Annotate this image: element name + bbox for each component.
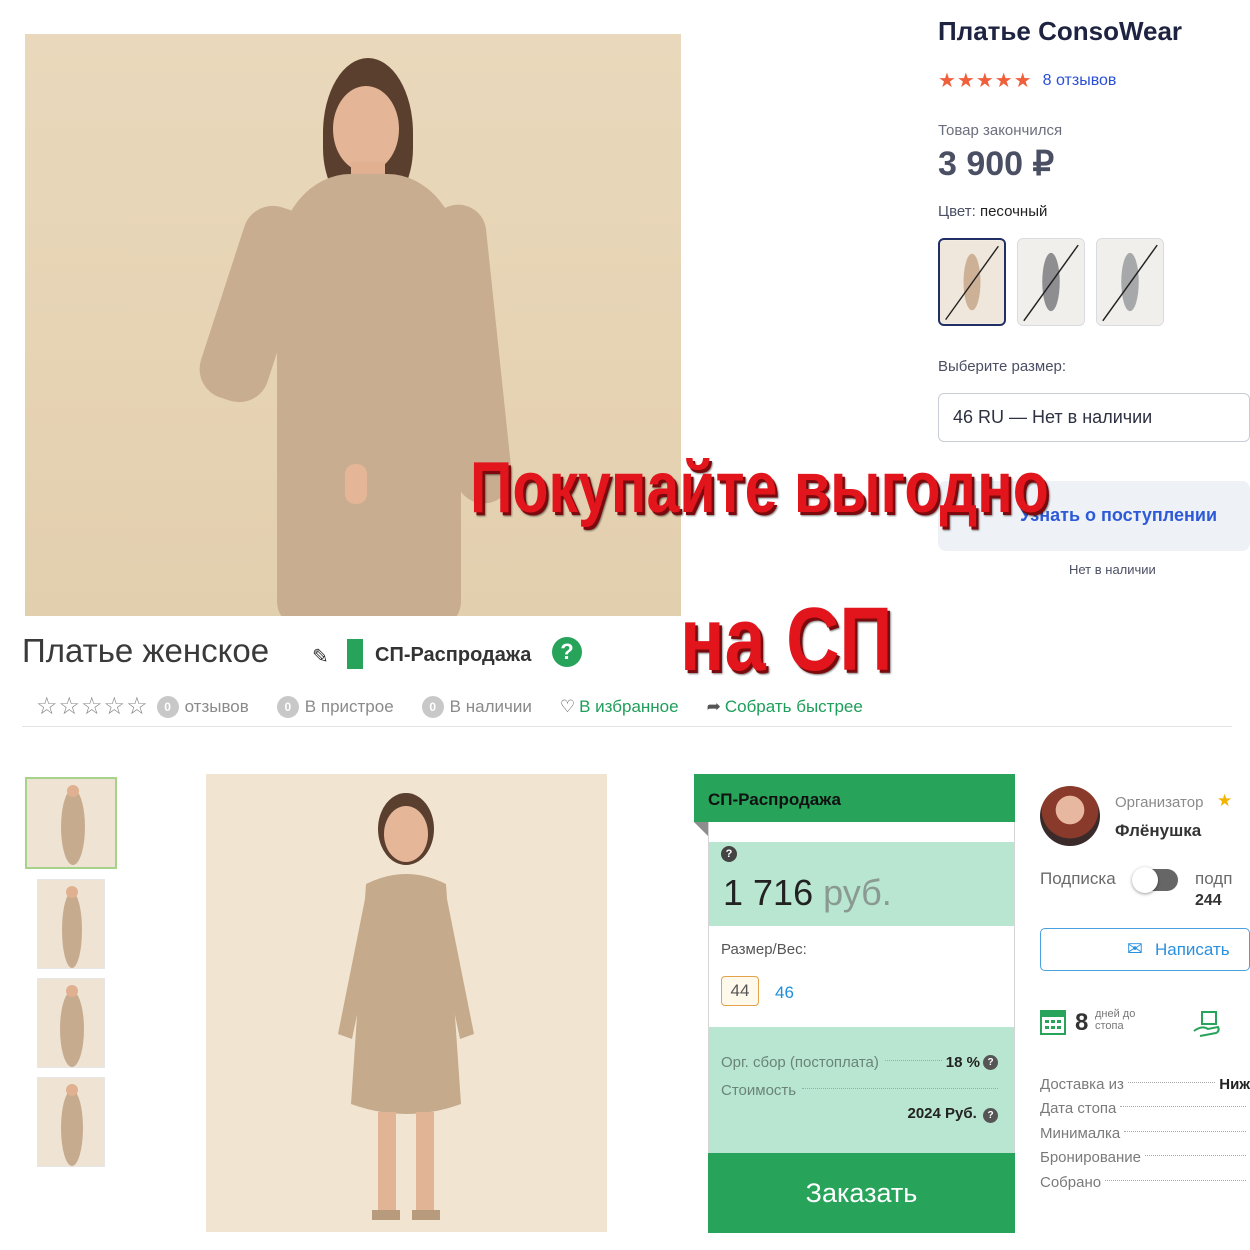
- size-label: Выберите размер:: [938, 358, 1067, 375]
- cost-help-icon[interactable]: ?: [983, 1108, 998, 1123]
- order-price-value: 1 716: [723, 872, 814, 913]
- color-value: песочный: [979, 203, 1048, 220]
- detail-row: Дата стопа: [1040, 1097, 1250, 1122]
- org-fee-label: Орг. сбор (постоплата): [721, 1054, 879, 1071]
- faster-link[interactable]: Собрать быстрее: [725, 697, 863, 717]
- size-weight-label: Размер/Вес:: [721, 941, 807, 958]
- size-select[interactable]: 46 RU — Нет в наличии: [938, 393, 1250, 442]
- write-button[interactable]: ✉ Написать: [1040, 928, 1250, 971]
- order-price-currency: руб.: [823, 872, 892, 913]
- thumbnail-1[interactable]: [25, 777, 117, 869]
- share-arrow-icon: ➦: [706, 696, 721, 716]
- help-icon[interactable]: ?: [552, 637, 582, 667]
- envelope-icon: ✉: [1127, 939, 1143, 960]
- promo-line-2: на СП: [680, 590, 893, 690]
- price-help-icon[interactable]: ?: [721, 846, 737, 862]
- color-label: Цвет:: [938, 203, 976, 220]
- price-box: ? 1 716 руб.: [709, 842, 1014, 926]
- cost-value: 2024 Руб.: [907, 1105, 977, 1122]
- calendar-icon: [1040, 1007, 1066, 1035]
- reviews-label[interactable]: отзывов: [185, 697, 249, 717]
- detail-row: Доставка из Ниж: [1040, 1075, 1250, 1093]
- color-swatch-sand[interactable]: [938, 238, 1006, 326]
- favorite-link[interactable]: В избранное: [579, 697, 679, 717]
- hand-box-icon: [1192, 1009, 1222, 1039]
- star-icon: ★: [1217, 791, 1233, 810]
- top-price: 3 900 ₽: [938, 145, 1055, 183]
- color-row: Цвет: песочный: [938, 203, 1047, 220]
- page-title: Платье женское: [22, 632, 270, 669]
- available-label[interactable]: В наличии: [450, 697, 532, 717]
- stock-status: Товар закончился: [938, 122, 1063, 139]
- size-option-44[interactable]: 44: [721, 976, 759, 1006]
- subscribers-label: подп: [1195, 869, 1233, 888]
- organizer-name[interactable]: Флёнушка: [1115, 821, 1201, 841]
- thumbnail-3[interactable]: [37, 978, 105, 1068]
- badge-color-bar: [347, 639, 363, 669]
- subscription-label: Подписка: [1040, 869, 1116, 888]
- meta-row: ☆☆☆☆☆ 0 отзывов 0 В пристрое 0 В наличии…: [36, 692, 863, 721]
- fee-help-icon[interactable]: ?: [983, 1055, 998, 1070]
- organizer-avatar[interactable]: [1040, 786, 1100, 846]
- detail-row: Бронирование: [1040, 1146, 1250, 1171]
- edit-icon[interactable]: ✎: [312, 644, 329, 669]
- days-count: 8: [1075, 1009, 1089, 1036]
- organizer-details: Доставка из Ниж Дата стопа Минималка Брон…: [1040, 1072, 1250, 1195]
- reviews-count: 0: [156, 695, 179, 718]
- ribbon-fold: [694, 822, 708, 836]
- order-button[interactable]: Заказать: [708, 1153, 1015, 1233]
- divider: [22, 726, 1232, 727]
- detail-row: Собрано: [1040, 1170, 1250, 1195]
- promo-line-1: Покупайте выгодно: [470, 448, 1049, 528]
- subscribers-count: 244: [1195, 892, 1222, 909]
- build-count: 0: [276, 695, 299, 718]
- order-card-header: СП-Распродажа: [694, 774, 1015, 822]
- main-product-photo[interactable]: [206, 774, 607, 1232]
- order-price: 1 716 руб.: [723, 872, 892, 914]
- color-swatch-gray[interactable]: [1017, 238, 1085, 326]
- thumbnail-4[interactable]: [37, 1077, 105, 1167]
- build-label[interactable]: В пристрое: [305, 697, 394, 717]
- organizer-label: Организатор: [1115, 794, 1204, 811]
- out-of-stock-note: Нет в наличии: [1069, 562, 1156, 577]
- top-product-title: Платье ConsoWear: [938, 16, 1183, 46]
- rating-row: ★★★★★ 8 отзывов: [938, 68, 1116, 93]
- thumbnail-2[interactable]: [37, 879, 105, 969]
- org-fee-value: 18 %: [945, 1054, 980, 1071]
- available-count: 0: [421, 695, 444, 718]
- size-option-46[interactable]: 46: [775, 983, 794, 1003]
- write-button-label: Написать: [1155, 940, 1230, 959]
- color-swatch-graphite[interactable]: [1096, 238, 1164, 326]
- empty-stars-icon: ☆☆☆☆☆: [36, 693, 149, 720]
- top-product-photo: [25, 34, 681, 616]
- reviews-link[interactable]: 8 отзывов: [1043, 72, 1117, 90]
- heart-icon: ♡: [559, 696, 576, 716]
- detail-row: Минималка: [1040, 1121, 1250, 1146]
- fee-box: Орг. сбор (постоплата) 18 % ? Стоимость …: [709, 1027, 1014, 1153]
- cost-label: Стоимость: [721, 1082, 797, 1099]
- days-label: дней до стопа: [1095, 1008, 1136, 1032]
- notify-button-label: Узнать о поступлении: [1020, 505, 1218, 525]
- subscription-toggle[interactable]: [1132, 867, 1178, 893]
- sale-badge: СП-Распродажа: [375, 644, 532, 666]
- rating-stars-icon: ★★★★★: [938, 70, 1033, 92]
